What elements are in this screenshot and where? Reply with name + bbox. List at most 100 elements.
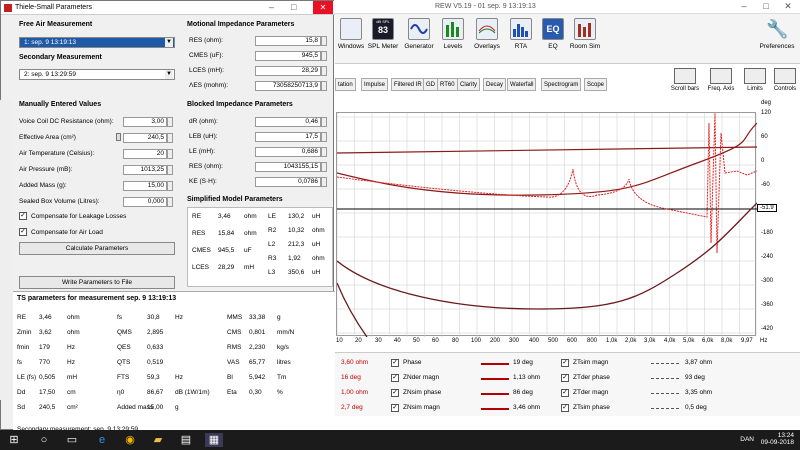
manual-row-field[interactable]: 1013,25 xyxy=(123,165,167,175)
manual-row-field[interactable]: 240,5 xyxy=(123,133,167,143)
task-view-icon[interactable]: ▭ xyxy=(64,433,80,447)
spinner-icon[interactable] xyxy=(321,177,327,187)
spinner-icon[interactable] xyxy=(167,165,173,175)
tab-impulse[interactable]: Impulse xyxy=(361,78,389,91)
secondary-select[interactable]: 2: sep. 9 13:29:59 ▼ xyxy=(19,69,175,80)
trace-magn-steep xyxy=(336,282,368,338)
freq-axis-button[interactable]: Freq. Axis xyxy=(704,68,738,92)
manual-row-field[interactable]: 3,00 xyxy=(123,117,167,127)
spinner-icon[interactable] xyxy=(167,197,173,207)
tab-gd[interactable]: GD xyxy=(423,78,438,91)
toolbar-rta-button[interactable]: RTA xyxy=(505,18,537,62)
spinner-icon[interactable] xyxy=(321,117,327,127)
ts-param-label: fs xyxy=(117,314,123,321)
legend-checkbox[interactable]: ✓ xyxy=(561,359,569,367)
spinner-icon[interactable] xyxy=(321,66,327,76)
rew-taskbar-icon[interactable]: ▦ xyxy=(205,433,223,447)
spinner-icon[interactable] xyxy=(321,51,327,61)
toolbar-overlays-button[interactable]: Overlays xyxy=(471,18,503,62)
blocked-row-field[interactable]: 0,686 xyxy=(255,147,321,157)
manual-row-field[interactable]: 20 xyxy=(123,149,167,159)
toolbar-preferences-button[interactable]: 🔧 Preferences xyxy=(757,18,797,62)
dialog-minimize-button[interactable]: – xyxy=(269,2,274,12)
spinner-icon[interactable] xyxy=(321,132,327,142)
manual-row-field[interactable]: 0,000 xyxy=(123,197,167,207)
toolbar-levels-button[interactable]: Levels xyxy=(437,18,469,62)
ts-param-unit: Hz xyxy=(67,359,75,366)
spinner-icon[interactable] xyxy=(321,81,327,91)
blocked-row-field[interactable]: 1043155,15 xyxy=(255,162,321,172)
spinner-icon[interactable] xyxy=(167,149,173,159)
maximize-button[interactable]: □ xyxy=(755,1,777,12)
legend-checkbox[interactable]: ✓ xyxy=(561,404,569,412)
motional-row-field[interactable]: 945,5 xyxy=(255,51,321,61)
close-button[interactable]: ✕ xyxy=(777,1,799,12)
store-icon[interactable]: ▤ xyxy=(178,433,194,447)
ts-param-unit: ohm xyxy=(67,314,80,321)
motional-row-field[interactable]: 73058250713,9 xyxy=(255,81,321,91)
spinner-icon[interactable] xyxy=(167,117,173,127)
search-icon[interactable]: ○ xyxy=(36,433,52,447)
motional-row-label: CMES (uF): xyxy=(189,52,224,59)
tab-filtered-ir[interactable]: Filtered IR xyxy=(391,78,425,91)
area-calculator-icon[interactable] xyxy=(116,133,121,141)
tab-impedance[interactable]: tation xyxy=(335,78,356,91)
tab-scope[interactable]: Scope xyxy=(584,78,608,91)
tab-clarity[interactable]: Clarity xyxy=(457,78,481,91)
frequency-axis: 10 20 30 40 50 60 80 100 200 300 400 500 600 800 1,0k 2… xyxy=(336,336,767,348)
tab-waterfall[interactable]: Waterfall xyxy=(507,78,537,91)
legend-value-2: 0,5 deg xyxy=(685,404,707,411)
blocked-row-field[interactable]: 17,5 xyxy=(255,132,321,142)
toolbar-eq-button[interactable]: EQ EQ xyxy=(537,18,569,62)
legend-checkbox[interactable]: ✓ xyxy=(561,389,569,397)
toolbar-room-sim-button[interactable]: Room Sim xyxy=(569,18,601,62)
calculate-button[interactable]: Calculate Parameters xyxy=(19,242,175,255)
x-tick-label: 1,0k xyxy=(606,338,618,344)
app-title-bar: REW V5.19 - 01 sep. 9 13:19:13 – □ ✕ xyxy=(335,0,800,14)
toolbar-windows-button[interactable]: Windows xyxy=(335,18,367,62)
legend-checkbox[interactable]: ✓ xyxy=(391,374,399,382)
legend-checkbox[interactable]: ✓ xyxy=(391,404,399,412)
blocked-row-field[interactable]: 0,0786 xyxy=(255,177,321,187)
spinner-icon[interactable] xyxy=(167,181,173,191)
clock-date[interactable]: 09-09-2018 xyxy=(761,439,794,446)
toolbar-spl-meter-button[interactable]: dB SPL 83 SPL Meter xyxy=(367,18,399,62)
spinner-icon[interactable] xyxy=(321,162,327,172)
write-to-file-button[interactable]: Write Parameters to File xyxy=(19,276,175,289)
edge-icon[interactable]: e xyxy=(94,433,110,447)
controls-button[interactable]: Controls xyxy=(768,68,800,92)
motional-row-field[interactable]: 15,8 xyxy=(255,36,321,46)
manual-row-field[interactable]: 15,00 xyxy=(123,181,167,191)
legend-checkbox[interactable]: ✓ xyxy=(561,374,569,382)
clock-time[interactable]: 13:24 xyxy=(761,432,794,439)
motional-row-field[interactable]: 28,29 xyxy=(255,66,321,76)
limits-button[interactable]: Limits xyxy=(738,68,772,92)
spinner-icon[interactable] xyxy=(321,36,327,46)
sim-param-unit: ohm xyxy=(312,227,325,234)
language-indicator[interactable]: DAN xyxy=(740,436,754,443)
impedance-graph[interactable] xyxy=(336,112,758,338)
tab-spectrogram[interactable]: Spectrogram xyxy=(541,78,582,91)
generator-icon xyxy=(408,18,430,40)
dialog-maximize-button[interactable]: □ xyxy=(291,2,296,12)
ts-param-value: 3,46 xyxy=(39,314,52,321)
spinner-icon[interactable] xyxy=(321,147,327,157)
dialog-close-button[interactable]: ✕ xyxy=(313,1,333,14)
legend-checkbox[interactable]: ✓ xyxy=(391,359,399,367)
chrome-icon[interactable]: ◉ xyxy=(122,433,138,447)
compensate-air-checkbox[interactable]: ✓ xyxy=(19,228,27,236)
minimize-button[interactable]: – xyxy=(733,1,755,12)
toolbar-generator-button[interactable]: Generator xyxy=(403,18,435,62)
blocked-row-field[interactable]: 0,46 xyxy=(255,117,321,127)
legend-checkbox[interactable]: ✓ xyxy=(391,389,399,397)
tab-rt60[interactable]: RT60 xyxy=(437,78,458,91)
tab-decay[interactable]: Decay xyxy=(483,78,507,91)
spinner-icon[interactable] xyxy=(167,133,173,143)
scroll-bars-button[interactable]: Scroll bars xyxy=(668,68,702,92)
ts-param-unit: kg/s xyxy=(277,344,289,351)
start-icon[interactable]: ⊞ xyxy=(6,433,22,447)
file-explorer-icon[interactable]: ▰ xyxy=(150,433,166,447)
y-tick-label: 0 xyxy=(761,158,765,164)
compensate-leakage-checkbox[interactable]: ✓ xyxy=(19,212,27,220)
free-air-select[interactable]: 1: sep. 9 13:19:13 ▼ xyxy=(19,37,175,48)
